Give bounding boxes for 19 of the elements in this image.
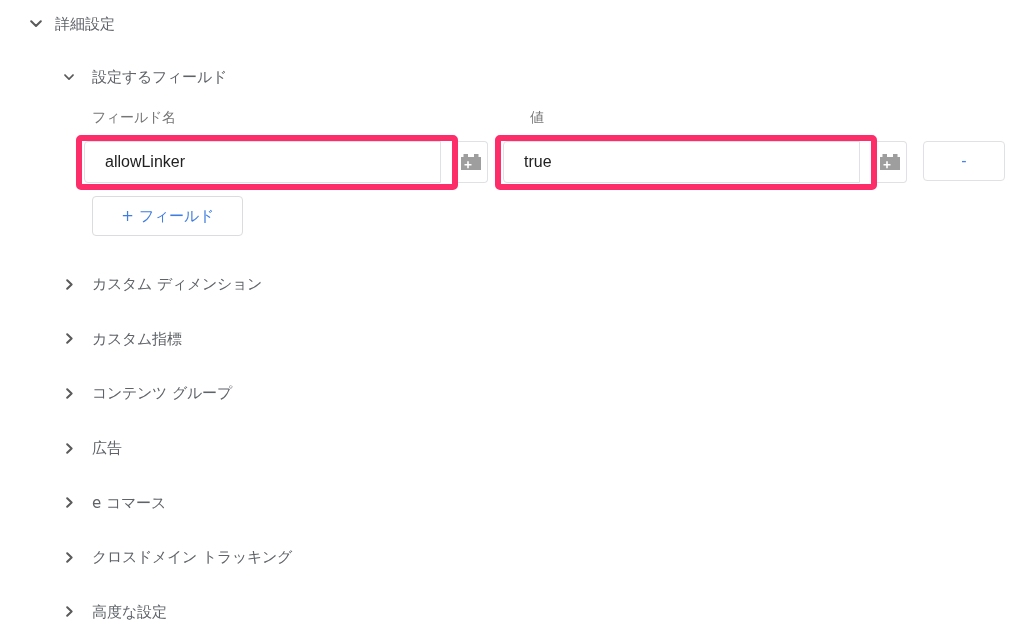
column-label: 値 [530, 108, 544, 126]
subsection-toggle[interactable]: 高度な設定 [62, 601, 167, 622]
subsection-toggle[interactable]: カスタム指標 [62, 328, 182, 349]
subsection-toggle[interactable]: カスタム ディメンション [62, 274, 262, 295]
subsection-toggle[interactable]: コンテンツ グループ [62, 383, 232, 404]
section-toggle[interactable]: 詳細設定 [29, 14, 115, 34]
field-value-input[interactable]: true [503, 141, 860, 183]
subsection-toggle[interactable]: 設定するフィールド [62, 67, 227, 87]
brick-plus-icon [460, 154, 481, 170]
variable-picker-button[interactable] [458, 141, 488, 183]
subsection-toggle[interactable]: e コマース [62, 492, 166, 513]
column-label: フィールド名 [92, 108, 176, 126]
add-field-button[interactable]: + フィールド [92, 196, 243, 236]
field-name-input[interactable]: allowLinker [84, 141, 441, 183]
subsection-toggle[interactable]: クロスドメイン トラッキング [62, 547, 292, 568]
remove-row-button[interactable]: - [923, 141, 1005, 181]
subsection-toggle[interactable]: 広告 [62, 438, 122, 459]
brick-plus-icon [879, 154, 900, 170]
variable-picker-button[interactable] [877, 141, 907, 183]
